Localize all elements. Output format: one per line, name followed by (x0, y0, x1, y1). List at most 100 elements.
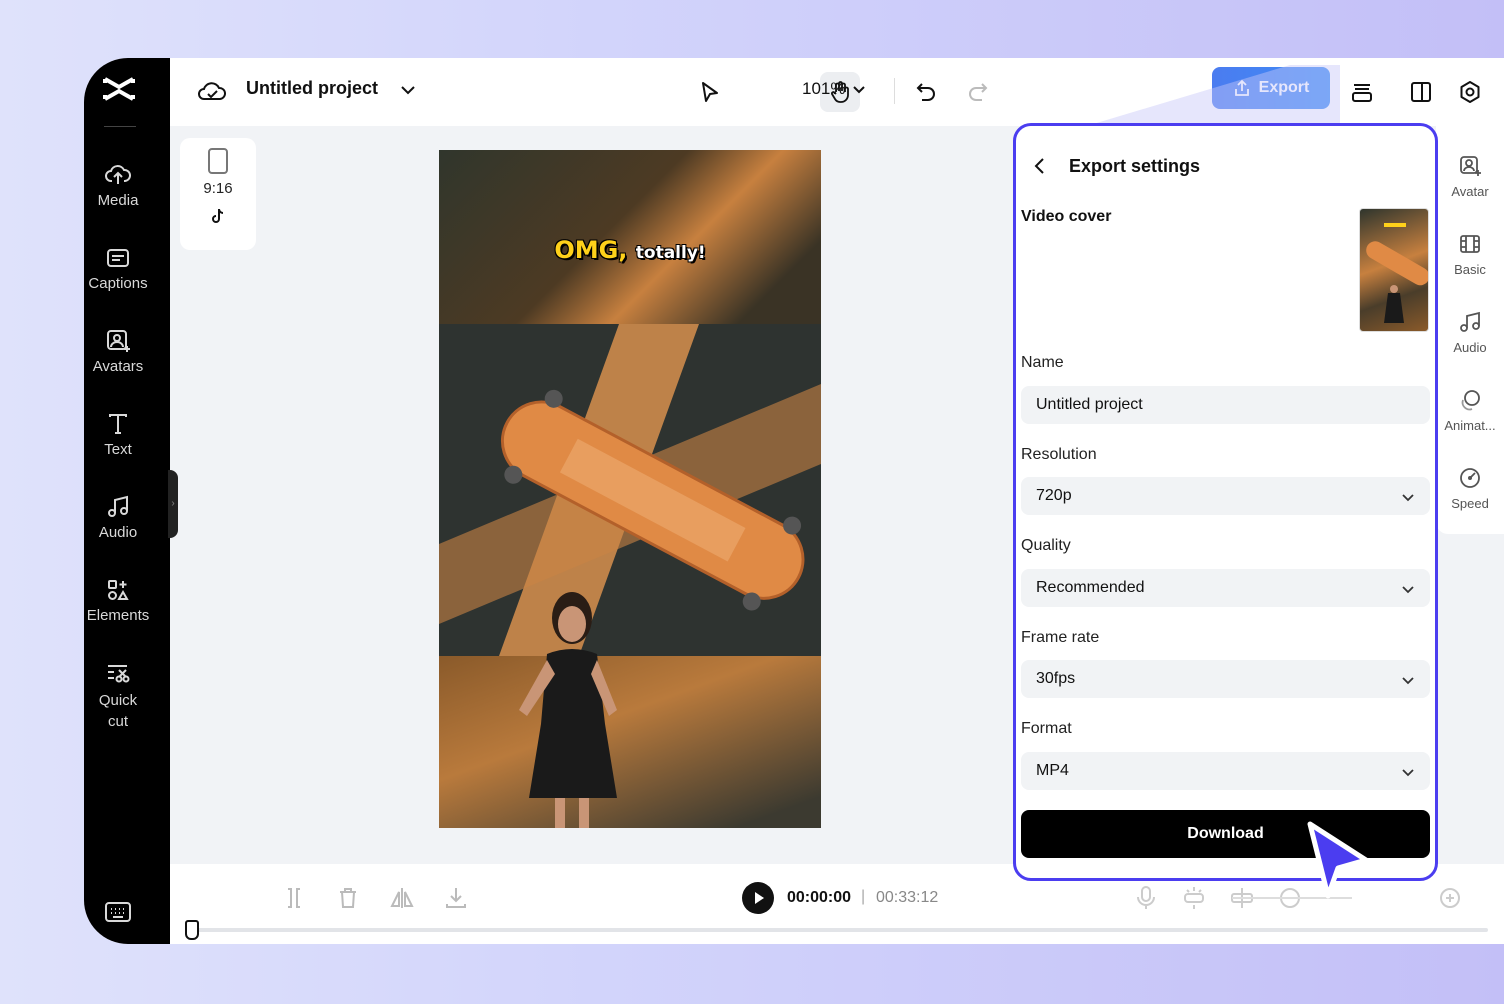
zoom-dropdown[interactable]: 101% (802, 79, 867, 99)
sidebar-item-avatars[interactable]: Avatars (84, 328, 152, 375)
music-note-icon (105, 494, 131, 520)
sidebar-item-label: Media (97, 192, 139, 209)
pointer-icon (702, 82, 718, 102)
chevron-down-icon (1402, 677, 1414, 685)
chevron-down-icon[interactable] (398, 80, 418, 100)
chevron-down-icon (853, 86, 866, 94)
cover-thumbnail-art (1366, 223, 1428, 323)
panel-toggle-button[interactable] (1401, 72, 1441, 112)
layers-button[interactable] (1342, 72, 1382, 112)
format-value: MP4 (1036, 762, 1069, 779)
panel-title: Export settings (1069, 156, 1201, 176)
zoom-in-button[interactable] (1436, 884, 1464, 912)
layers-icon (1352, 84, 1372, 102)
back-arrow-icon[interactable] (1030, 156, 1050, 176)
sidebar-item-audio[interactable]: Audio (84, 494, 152, 541)
speed-icon (1460, 468, 1480, 488)
delete-button[interactable] (334, 884, 362, 912)
sidebar-item-label: Captions (88, 275, 148, 292)
cloud-sync-icon[interactable] (198, 78, 226, 104)
cloud-upload-icon (105, 162, 131, 188)
quality-label: Quality (1021, 537, 1071, 554)
sidebar-item-captions[interactable]: Captions (84, 245, 152, 292)
video-caption[interactable]: OMG, totally! (439, 236, 821, 264)
animation-icon (1461, 390, 1480, 411)
gear-icon (1460, 81, 1480, 103)
rail-item-label: Speed (1451, 496, 1489, 511)
video-cover-thumbnail[interactable] (1359, 208, 1429, 332)
split-button[interactable] (280, 884, 308, 912)
chevron-down-icon (1402, 494, 1414, 502)
rail-item-label: Avatar (1451, 184, 1489, 199)
rail-item-label: Basic (1454, 262, 1486, 277)
play-button[interactable] (742, 882, 774, 914)
quality-value: Recommended (1036, 579, 1145, 596)
keyboard-icon[interactable] (104, 900, 132, 924)
microphone-button[interactable] (1132, 884, 1160, 912)
sidebar-item-label: Elements (86, 607, 150, 624)
rail-item-audio[interactable]: Audio (1436, 310, 1504, 355)
rail-item-avatar[interactable]: Avatar (1436, 154, 1504, 199)
sidebar-item-label: Avatars (92, 358, 144, 375)
sidebar-item-media[interactable]: Media (84, 162, 152, 209)
frame-rate-value: 30fps (1036, 670, 1076, 687)
text-icon (105, 411, 131, 437)
rail-item-label: Audio (1453, 340, 1487, 355)
microphone-icon (1137, 886, 1155, 909)
aspect-ratio-label: 9:16 (203, 180, 233, 197)
film-icon (1460, 235, 1480, 253)
select-tool-button[interactable] (690, 72, 730, 112)
magic-button[interactable] (1180, 884, 1208, 912)
resolution-select[interactable]: 720p (1021, 477, 1430, 515)
magic-icon (1184, 887, 1204, 909)
capcut-logo-icon[interactable] (102, 72, 136, 106)
project-title[interactable]: Untitled project (246, 78, 378, 99)
logo-divider (104, 126, 136, 127)
play-icon (755, 892, 764, 904)
rail-item-basic[interactable]: Basic (1436, 232, 1504, 277)
tiktok-icon (212, 208, 224, 223)
resolution-value: 720p (1036, 487, 1072, 504)
redo-button[interactable] (958, 72, 998, 112)
mouse-cursor-icon (1307, 821, 1369, 899)
sidebar-collapse-handle[interactable]: › (168, 470, 178, 538)
current-time: 00:00:00 (787, 889, 852, 906)
caption-small-text: totally! (635, 243, 706, 263)
quality-select[interactable]: Recommended (1021, 569, 1430, 607)
avatar-icon (1460, 156, 1481, 176)
timeline-scrub-track[interactable] (188, 928, 1488, 932)
captions-icon (105, 245, 131, 271)
export-callout-connector (1090, 65, 1340, 125)
split-icon (288, 888, 300, 908)
rail-item-speed[interactable]: Speed (1436, 466, 1504, 511)
quick-cut-icon (105, 660, 131, 686)
undo-button[interactable] (906, 72, 946, 112)
name-input[interactable]: Untitled project (1021, 386, 1430, 424)
settings-button[interactable] (1450, 72, 1490, 112)
time-separator: | (861, 888, 866, 905)
resolution-label: Resolution (1021, 446, 1097, 463)
mirror-button[interactable] (388, 884, 416, 912)
rail-item-animation[interactable]: Animat... (1436, 388, 1504, 433)
zoom-level: 101% (802, 79, 846, 98)
format-select[interactable]: MP4 (1021, 752, 1430, 790)
sidebar-item-text[interactable]: Text (84, 411, 152, 458)
video-preview[interactable]: OMG, totally! (439, 150, 821, 828)
mirror-icon (390, 888, 414, 908)
download-clip-button[interactable] (442, 884, 470, 912)
frame-rate-select[interactable]: 30fps (1021, 660, 1430, 698)
sidebar-item-elements[interactable]: Elements (84, 577, 152, 624)
sidebar-item-label: Quick cut (98, 692, 138, 730)
undo-icon (916, 83, 935, 101)
aspect-ratio-card[interactable]: 9:16 (180, 138, 256, 250)
download-icon (446, 888, 466, 908)
zoom-in-icon (1440, 888, 1460, 908)
avatar-icon (105, 328, 131, 354)
frame-rate-label: Frame rate (1021, 629, 1100, 646)
right-tool-rail: Avatar Basic Audio Animat... Speed (1436, 126, 1504, 534)
export-settings-panel: Export settings Video cover Name Untitle… (1013, 123, 1438, 881)
rail-item-label: Animat... (1444, 418, 1496, 433)
playhead-handle[interactable] (185, 920, 199, 940)
sidebar-item-quick-cut[interactable]: Quick cut (84, 660, 152, 732)
toolbar-divider (894, 78, 895, 104)
